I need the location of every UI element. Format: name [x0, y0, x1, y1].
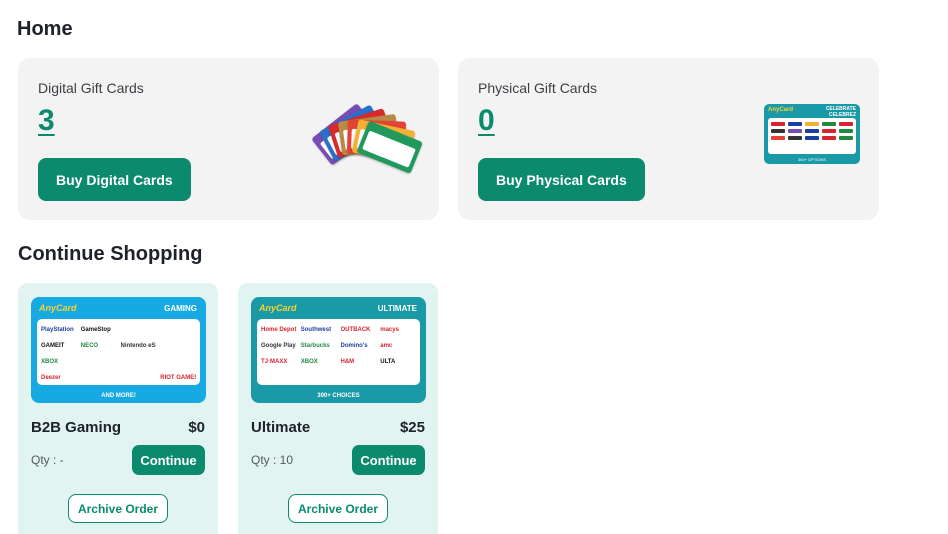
- brand-logo: Home Depot: [261, 327, 297, 333]
- brand-logo-mark: [771, 129, 785, 133]
- continue-button[interactable]: Continue: [352, 445, 425, 475]
- brand-logo-mark: [805, 129, 819, 133]
- card-image-footer: 300+ CHOICES: [317, 393, 360, 399]
- brand-logo: [121, 373, 157, 383]
- brand-logo: amc: [380, 343, 393, 349]
- brand-logo: XBOX: [300, 359, 318, 365]
- card-brand-logos: PlayStation GameStop GAMEIT NECO Nintend…: [41, 325, 196, 383]
- card-image-tag: ULTIMATE: [377, 304, 417, 313]
- brand-logo: Domino's: [340, 343, 368, 349]
- ultimate-card-image: AnyCard ULTIMATE Home Depot Southwest OU…: [251, 297, 426, 403]
- buy-digital-cards-button[interactable]: Buy Digital Cards: [38, 158, 191, 201]
- physical-card-footer: 300+ OPTIONS: [797, 157, 827, 162]
- physical-gift-cards-card: Physical Gift Cards 0 Buy Physical Cards…: [458, 58, 879, 220]
- digital-gift-cards-card: Digital Gift Cards 3 Buy Digital Cards: [18, 58, 439, 220]
- order-price: $25: [399, 419, 425, 436]
- gift-card-illustration: [356, 120, 423, 174]
- digital-cards-illustration: [311, 82, 423, 192]
- anycard-logo: AnyCard: [39, 303, 77, 313]
- brand-logo: [121, 325, 157, 335]
- brand-logo: OUTBACK: [340, 327, 371, 333]
- brand-logo-mark: [839, 129, 853, 133]
- brand-logo: [81, 373, 117, 383]
- archive-order-button[interactable]: Archive Order: [68, 494, 168, 523]
- brand-logo: NECO: [80, 343, 99, 349]
- order-card-b2b-gaming: AnyCard GAMING PlayStation GameStop GAME…: [18, 283, 218, 534]
- brand-logo: PlayStation: [41, 327, 74, 333]
- brand-logo: Starbucks: [300, 343, 330, 349]
- buy-physical-cards-button[interactable]: Buy Physical Cards: [478, 158, 645, 201]
- brand-logo: Nintendo eShop: [120, 343, 157, 349]
- physical-card-illustration: AnyCard CELEBRATE CELEBREZ 300+ OPTIONS: [764, 104, 860, 164]
- brand-logo: XBOX: [41, 359, 59, 365]
- page-title: Home: [17, 18, 73, 40]
- physical-card-brand-logos: [771, 122, 853, 140]
- order-name: Ultimate: [251, 419, 311, 436]
- brand-logo: [81, 357, 117, 367]
- card-image-tag: GAMING: [164, 304, 197, 313]
- anycard-logo: AnyCard: [259, 303, 297, 313]
- continue-button[interactable]: Continue: [132, 445, 205, 475]
- card-image-footer: AND MORE!: [101, 393, 136, 399]
- gaming-card-image: AnyCard GAMING PlayStation GameStop GAME…: [31, 297, 206, 403]
- brand-logo: macys: [380, 327, 399, 333]
- card-brand-logos: Home Depot Southwest OUTBACK macys Googl…: [261, 325, 416, 367]
- physical-card-tag: CELEBRATE CELEBREZ: [826, 106, 856, 118]
- physical-gift-cards-count[interactable]: 0: [478, 104, 495, 138]
- brand-logo-mark: [788, 129, 802, 133]
- physical-gift-cards-label: Physical Gift Cards: [478, 80, 598, 96]
- digital-gift-cards-count[interactable]: 3: [38, 104, 55, 138]
- order-price: $0: [188, 419, 205, 436]
- brand-logo: ULTA: [380, 359, 396, 365]
- brand-logo: RIOT GAMES: [160, 375, 196, 381]
- anycard-logo: AnyCard: [768, 107, 794, 113]
- brand-logo: GAMEIT: [41, 343, 65, 349]
- brand-logo: H&M: [340, 359, 355, 365]
- digital-gift-cards-label: Digital Gift Cards: [38, 80, 144, 96]
- brand-logo: [160, 357, 196, 367]
- archive-order-button[interactable]: Archive Order: [288, 494, 388, 523]
- order-card-ultimate: AnyCard ULTIMATE Home Depot Southwest OU…: [238, 283, 438, 534]
- brand-logo: [160, 341, 196, 351]
- brand-logo-mark: [788, 136, 802, 140]
- brand-logo: [121, 357, 157, 367]
- brand-logo-mark: [788, 122, 802, 126]
- brand-logo: GameStop: [80, 327, 111, 333]
- brand-logo: Southwest: [300, 327, 332, 333]
- brand-logo: TJ·MAXX: [261, 359, 288, 365]
- brand-logo-mark: [822, 122, 836, 126]
- brand-logo-mark: [839, 122, 853, 126]
- brand-logo: Deezer: [41, 375, 61, 381]
- brand-logo-mark: [822, 136, 836, 140]
- continue-shopping-title: Continue Shopping: [18, 243, 203, 265]
- brand-logo-mark: [839, 136, 853, 140]
- brand-logo: Google Play: [261, 343, 296, 349]
- brand-logo-mark: [805, 122, 819, 126]
- order-qty: Qty : 10: [251, 453, 294, 467]
- order-qty: Qty : -: [31, 453, 64, 467]
- order-name: B2B Gaming: [31, 419, 122, 436]
- brand-logo-mark: [771, 122, 785, 126]
- brand-logo-mark: [822, 129, 836, 133]
- brand-logo-mark: [805, 136, 819, 140]
- brand-logo-mark: [771, 136, 785, 140]
- brand-logo: [160, 325, 196, 335]
